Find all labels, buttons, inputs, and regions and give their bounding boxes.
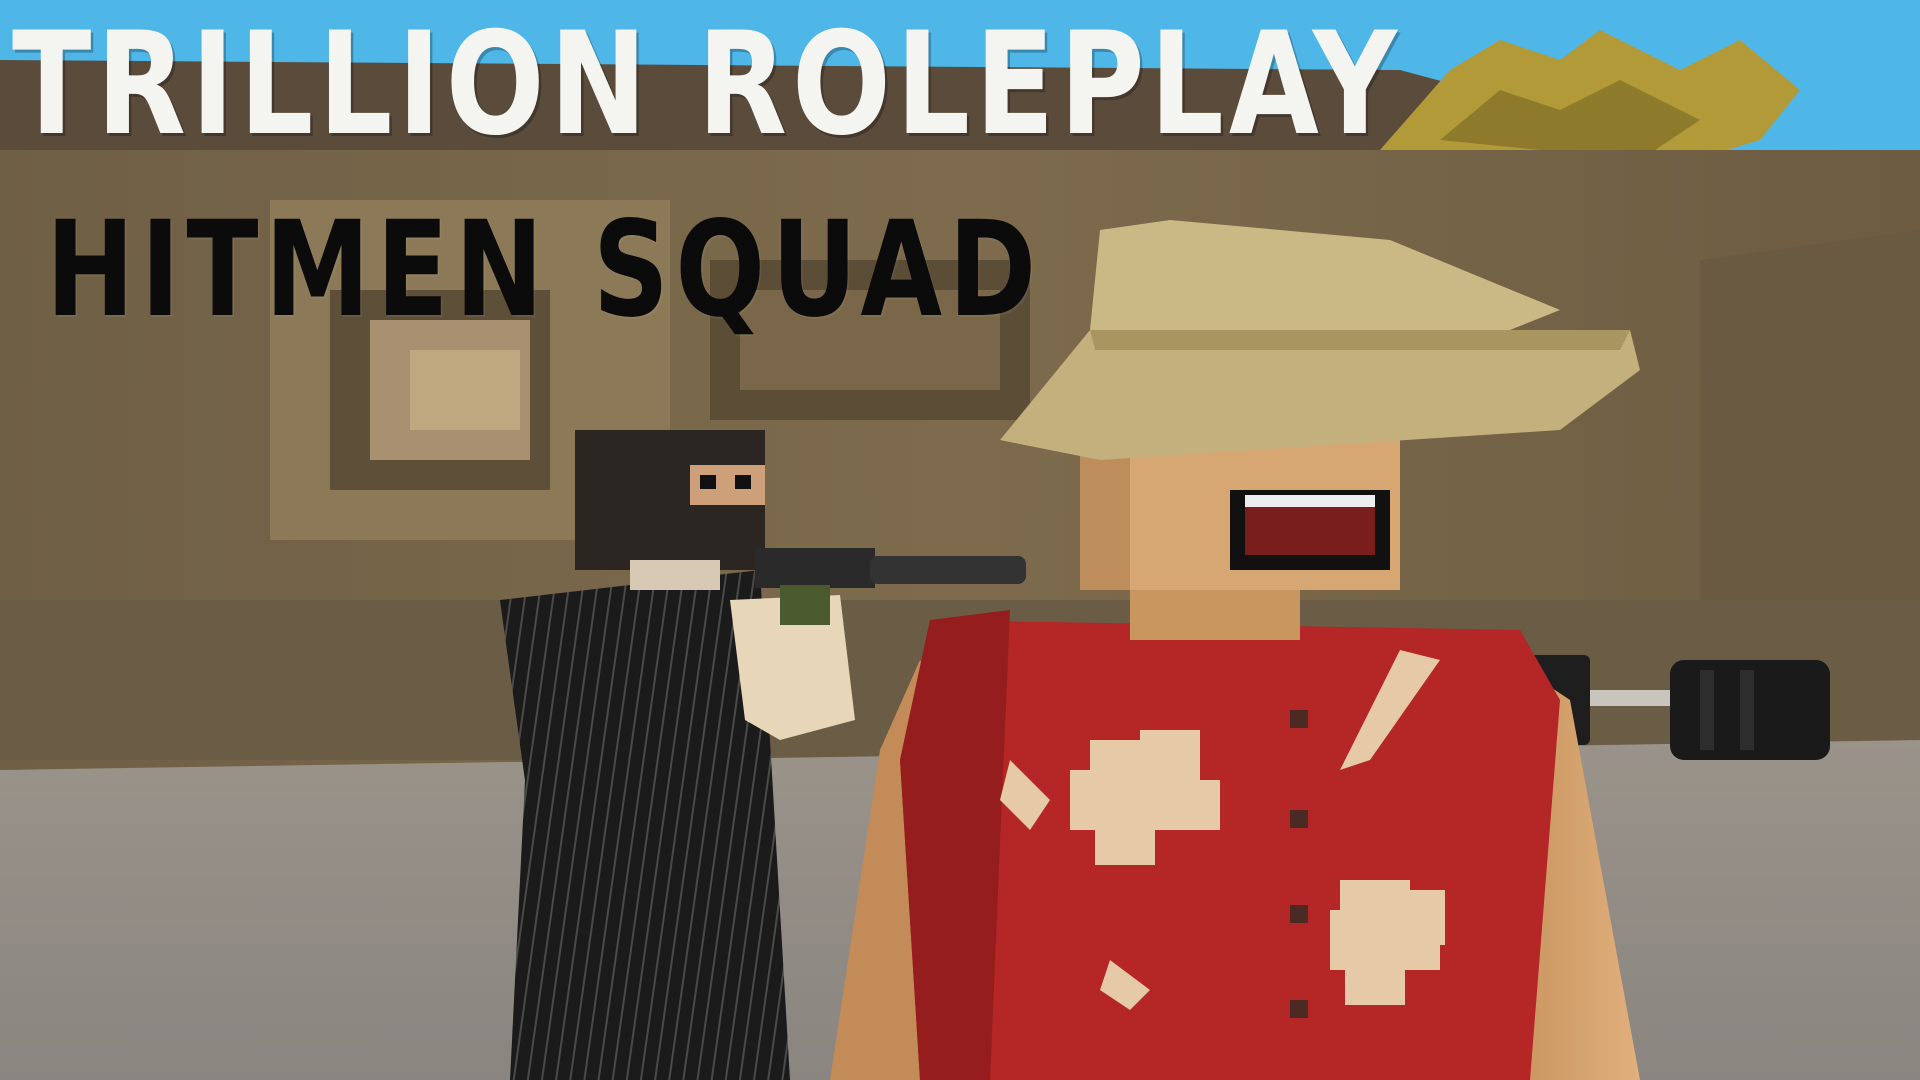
shirt-button <box>1290 905 1308 923</box>
pistol-grip <box>780 585 830 625</box>
thumbnail-subtitle: HITMEN SQUAD <box>46 193 1043 347</box>
shirt-button <box>1290 710 1308 728</box>
game-thumbnail: TRILLION ROLEPLAY HITMEN SQUAD <box>0 0 1920 1080</box>
pistol-suppressor <box>870 556 1026 584</box>
silenced-pistol <box>755 548 875 588</box>
tourist-teeth <box>1245 495 1375 507</box>
window-inner <box>410 350 520 430</box>
hitman-neck <box>630 560 720 590</box>
thumbnail-title: TRILLION ROLEPLAY <box>12 2 1402 167</box>
shirt-button <box>1290 810 1308 828</box>
hitman-eye-left <box>700 475 716 489</box>
tourist-mouth-inner <box>1245 505 1375 555</box>
straw-hat-shade <box>1090 330 1630 350</box>
hitman-eye-right <box>735 475 751 489</box>
shirt-button <box>1290 1000 1308 1018</box>
